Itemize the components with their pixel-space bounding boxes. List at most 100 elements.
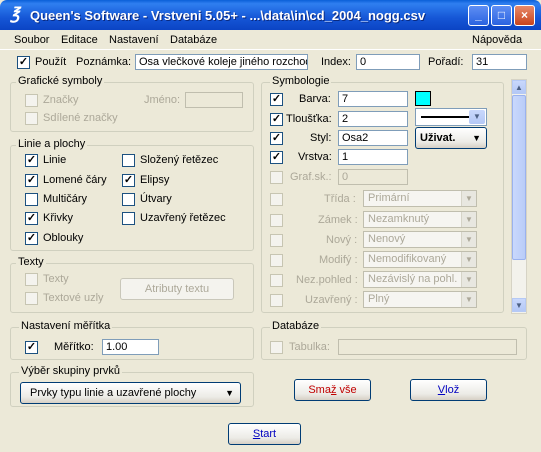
start-label-c: tart (260, 428, 277, 440)
modify-select[interactable]: Nemodifikovaný ▼ (363, 251, 477, 268)
index-input[interactable]: 0 (356, 54, 420, 70)
modify-label: Modifý : (319, 254, 358, 266)
graficke-symboly-legend: Grafické symboly (16, 75, 105, 87)
styl-label: Styl: (310, 132, 332, 144)
pouzit-label: Použít (35, 56, 67, 68)
poradi-input[interactable]: 31 (472, 54, 527, 70)
start-button[interactable]: Start (228, 423, 301, 445)
lomene-cary-checkbox[interactable]: ✓ (25, 174, 38, 187)
chevron-down-icon: ▼ (461, 252, 476, 267)
tabulka-checkbox[interactable] (270, 341, 283, 354)
multicary-checkbox[interactable] (25, 193, 38, 206)
uzavreny-checkbox[interactable] (270, 294, 283, 307)
jmeno-label: Jméno: (144, 94, 181, 106)
atributy-textu-button[interactable]: Atributy textu (120, 278, 234, 300)
line-weight-dropdown[interactable]: ▼ (415, 108, 487, 126)
linie-checkbox[interactable]: ✓ (25, 154, 38, 167)
novy-select[interactable]: Nenový ▼ (363, 231, 477, 248)
vloz-button[interactable]: Vlož (410, 379, 487, 401)
uzavreny-retezec-label: Uzavřený řetězec (140, 212, 226, 224)
chevron-down-icon: ▼ (461, 191, 476, 206)
chevron-down-icon: ▼ (472, 133, 481, 143)
tloustka-checkbox[interactable]: ✓ (270, 113, 283, 126)
utvary-checkbox[interactable] (122, 193, 135, 206)
meritko-legend: Nastavení měřítka (19, 320, 113, 332)
krivky-checkbox[interactable]: ✓ (25, 212, 38, 225)
tabulka-input[interactable] (338, 339, 517, 355)
grafsk-checkbox[interactable] (270, 171, 283, 184)
pouzit-checkbox[interactable]: ✓ (17, 56, 30, 69)
index-label: Index: (321, 56, 351, 68)
vyber-skupiny-dropdown[interactable]: Prvky typu linie a uzavřené plochy ▼ (20, 382, 241, 404)
slozeny-retezec-checkbox[interactable] (122, 154, 135, 167)
novy-checkbox[interactable] (270, 234, 283, 247)
symbologie-legend: Symbologie (270, 75, 332, 87)
modify-checkbox[interactable] (270, 254, 283, 267)
barva-label: Barva: (299, 93, 331, 105)
menu-nastaveni[interactable]: Nastavení (109, 34, 159, 46)
poznamka-input[interactable]: Osa vlečkové koleje jiného rozchodu (135, 54, 308, 70)
uzavreny-select[interactable]: Plný ▼ (363, 291, 477, 308)
meritko-input[interactable]: 1.00 (102, 339, 159, 355)
line-weight-icon (421, 116, 469, 118)
znacky-checkbox[interactable] (25, 94, 38, 107)
menu-editace[interactable]: Editace (61, 34, 98, 46)
sdilene-znacky-label: Sdílené značky (43, 112, 118, 124)
minimize-button[interactable]: _ (468, 5, 489, 26)
trida-checkbox[interactable] (270, 193, 283, 206)
nez-pohled-select[interactable]: Nezávislý na pohl. ▼ (363, 271, 477, 288)
menu-soubor[interactable]: Soubor (14, 34, 49, 46)
uzavreny-retezec-checkbox[interactable] (122, 212, 135, 225)
maximize-button[interactable]: □ (491, 5, 512, 26)
smaz-vse-button[interactable]: Smaž vše (294, 379, 371, 401)
vrstva-input[interactable]: 1 (338, 149, 408, 165)
grafsk-input[interactable]: 0 (338, 169, 408, 185)
chevron-down-icon: ▼ (461, 212, 476, 227)
vrstva-checkbox[interactable]: ✓ (270, 151, 283, 164)
styl-checkbox[interactable]: ✓ (270, 132, 283, 145)
grafsk-label: Graf.sk.: (290, 171, 332, 183)
sdilene-znacky-checkbox[interactable] (25, 112, 38, 125)
barva-color-swatch[interactable] (415, 91, 431, 106)
scroll-up-arrow-icon[interactable]: ▲ (512, 80, 526, 94)
styl-input[interactable]: Osa2 (338, 130, 408, 146)
texty-label: Texty (43, 273, 69, 285)
barva-input[interactable]: 7 (338, 91, 408, 107)
menu-databaze[interactable]: Databáze (170, 34, 217, 46)
linie-plochy-legend: Linie a plochy (16, 138, 88, 150)
uzivat-label: Uživat. (420, 132, 456, 144)
trida-select[interactable]: Primární ▼ (363, 190, 477, 207)
utvary-label: Útvary (140, 193, 172, 205)
scrollbar-thumb[interactable] (512, 95, 526, 260)
close-button[interactable]: × (514, 5, 535, 26)
uzivat-dropdown[interactable]: Uživat. ▼ (415, 127, 487, 149)
meritko-checkbox[interactable]: ✓ (25, 341, 38, 354)
vloz-label-c: lož (445, 384, 460, 396)
zamek-select[interactable]: Nezamknutý ▼ (363, 211, 477, 228)
texty-checkbox[interactable] (25, 273, 38, 286)
meritko-label: Měřítko: (54, 341, 94, 353)
trida-label: Třída : (324, 193, 356, 205)
barva-checkbox[interactable]: ✓ (270, 93, 283, 106)
window-title: Queen's Software - Vrstveni 5.05+ - ...\… (30, 8, 426, 23)
menu-napoveda[interactable]: Nápověda (472, 34, 522, 46)
zamek-checkbox[interactable] (270, 214, 283, 227)
zamek-value: Nezamknutý (368, 213, 430, 225)
modify-value: Nemodifikovaný (368, 253, 447, 265)
linie-label: Linie (43, 154, 67, 166)
oblouky-checkbox[interactable]: ✓ (25, 232, 38, 245)
trida-value: Primární (368, 192, 410, 204)
elipsy-checkbox[interactable]: ✓ (122, 174, 135, 187)
tloustka-label: Tloušťka: (286, 113, 332, 125)
vrstva-label: Vrstva: (298, 151, 332, 163)
tloustka-input[interactable]: 2 (338, 111, 408, 127)
vyber-skupiny-value: Prvky typu linie a uzavřené plochy (30, 387, 197, 399)
jmeno-input[interactable] (185, 92, 243, 108)
chevron-down-icon: ▼ (461, 272, 476, 287)
znacky-label: Značky (43, 94, 79, 106)
nez-pohled-checkbox[interactable] (270, 274, 283, 287)
textove-uzly-checkbox[interactable] (25, 292, 38, 305)
oblouky-label: Oblouky (43, 232, 84, 244)
scroll-down-arrow-icon[interactable]: ▼ (512, 298, 526, 312)
lomene-cary-label: Lomené čáry (43, 174, 107, 186)
